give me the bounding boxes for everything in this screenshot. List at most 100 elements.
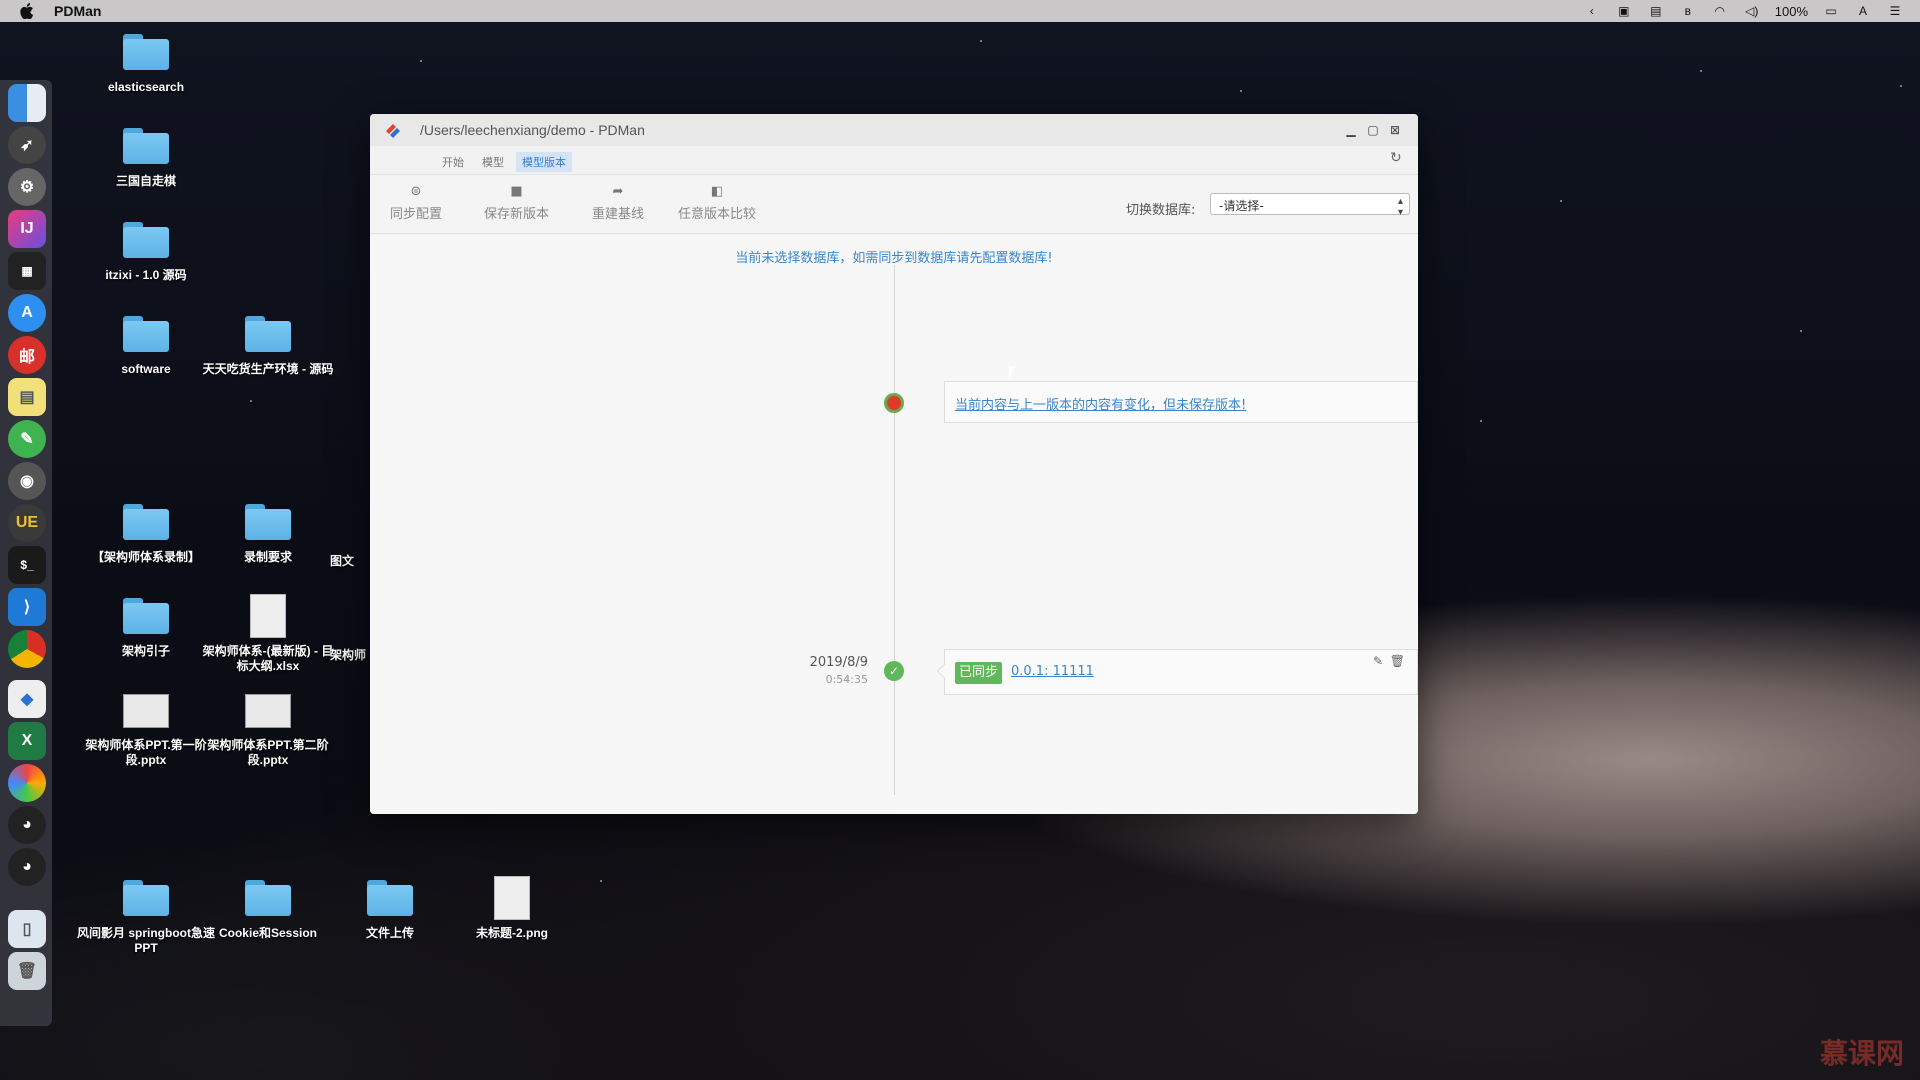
vscode-icon[interactable]: ⟩ — [8, 588, 46, 626]
edit-icon[interactable]: ✎ — [1373, 654, 1383, 668]
notification-center-icon[interactable]: ☰ — [1886, 4, 1904, 18]
desktop-folder-upload[interactable]: 文件上传 — [320, 880, 460, 941]
timeline-line — [894, 265, 895, 795]
desktop-file-architect-partial[interactable]: 架构师 — [330, 594, 370, 663]
select-arrows-icon: ▴ ▾ — [1397, 196, 1403, 218]
desktop-folder-elasticsearch[interactable]: elasticsearch — [76, 34, 216, 95]
minimize-icon[interactable]: ▁ — [1344, 123, 1358, 137]
refresh-icon[interactable]: ↻ — [1390, 150, 1406, 166]
share-icon: ➦ — [612, 184, 624, 199]
maximize-icon[interactable]: ▢ — [1366, 123, 1380, 137]
color-app-icon[interactable] — [8, 764, 46, 802]
mail-app-icon[interactable]: 邮 — [8, 336, 46, 374]
desktop-file-png[interactable]: 未标题-2.png — [442, 876, 582, 941]
rebuild-baseline-button[interactable]: ➦ 重建基线 — [592, 184, 644, 223]
version-link[interactable]: 0.0.1: 11111 — [1011, 664, 1094, 679]
stickies-icon[interactable]: ▤ — [8, 378, 46, 416]
folder-icon — [245, 504, 291, 540]
status-area: ‹ ▣ ▤ ʙ ◠ ◁) 100% ▭ A ☰ — [1583, 0, 1904, 22]
desktop-icon-label: 风间影月 springboot急速PPT — [77, 926, 215, 955]
bluetooth-icon[interactable]: ʙ — [1679, 4, 1697, 18]
unsaved-changes-card: 当前内容与上一版本的内容有变化，但未保存版本! — [944, 381, 1418, 423]
volume-icon[interactable]: ◁) — [1743, 4, 1761, 18]
apple-icon[interactable] — [20, 3, 34, 19]
trash-icon[interactable]: 🗑 — [8, 952, 46, 990]
folder-icon — [245, 880, 291, 916]
calendar-icon[interactable]: ▤ — [1647, 4, 1665, 18]
desktop-folder-tuwen[interactable]: 图文 — [330, 504, 370, 569]
battery-icon[interactable]: ▭ — [1822, 4, 1840, 18]
terminal-icon[interactable]: $_ — [8, 546, 46, 584]
window-title: /Users/leechenxiang/demo - PDMan — [420, 122, 645, 138]
desktop-folder-itzixi[interactable]: itzixi - 1.0 源码 — [76, 222, 216, 283]
folder-icon — [123, 598, 169, 634]
qq-icon-2[interactable]: ◕ — [8, 848, 46, 886]
desktop-folder-recording[interactable]: 录制要求 — [198, 504, 338, 565]
version-date: 2019/8/9 — [809, 655, 868, 670]
version-time: 0:54:35 — [825, 673, 868, 686]
desktop-icon-label: 架构师 — [330, 648, 367, 662]
desktop-icon-label: 架构引子 — [121, 644, 170, 658]
compare-versions-button[interactable]: ◧ 任意版本比较 — [678, 185, 757, 223]
desktop-file-xlsx[interactable]: 架构师体系-(最新版) - 目标大纲.xlsx — [198, 594, 338, 674]
ultraedit-icon[interactable]: UE — [8, 504, 46, 542]
check-icon: ✓ — [884, 661, 904, 681]
wifi-icon[interactable]: ◠ — [1711, 4, 1729, 18]
dvd-player-icon[interactable]: ◉ — [8, 462, 46, 500]
evernote-icon[interactable]: ✎ — [8, 420, 46, 458]
main-tabs: 开始 模型 模型版本 — [436, 152, 572, 172]
unsaved-dot-icon — [884, 393, 904, 413]
desktop-icon-label: 文件上传 — [365, 926, 414, 940]
save-version-button[interactable]: ■ 保存新版本 — [484, 185, 549, 223]
tab-model[interactable]: 模型 — [476, 152, 510, 172]
desktop-folder-cookie[interactable]: Cookie和Session — [198, 880, 338, 941]
desktop-folder-springboot[interactable]: 风间影月 springboot急速PPT — [76, 880, 216, 956]
close-icon[interactable]: ⊠ — [1388, 123, 1402, 137]
desktop-icon-label: 【架构师体系录制】 — [91, 550, 200, 564]
activity-monitor-icon[interactable]: ▦ — [8, 252, 46, 290]
desktop-file-ppt-2[interactable]: 架构师体系PPT.第二阶段.pptx — [198, 694, 338, 768]
excel-icon[interactable]: X — [8, 722, 46, 760]
tab-model-version[interactable]: 模型版本 — [516, 152, 572, 172]
desktop-folder-software[interactable]: software — [76, 316, 216, 377]
qq-icon[interactable]: ◕ — [8, 806, 46, 844]
desktop-file-ppt-1[interactable]: 架构师体系PPT.第一阶段.pptx — [76, 694, 216, 768]
desktop-folder-tiantian[interactable]: 天天吃货生产环境 - 源码 — [198, 316, 338, 377]
window-titlebar[interactable]: /Users/leechenxiang/demo - PDMan ▁ ▢ ⊠ — [370, 114, 1418, 146]
app-menu-name[interactable]: PDMan — [54, 3, 101, 19]
version-card: 已同步 0.0.1: 11111 ✎ 🗑 — [936, 649, 1418, 695]
desktop-icon-label: software — [121, 362, 171, 376]
desktop-icon-label: 三国自走棋 — [115, 174, 176, 188]
desktop-folder-architect[interactable]: 【架构师体系录制】 — [76, 504, 216, 565]
tab-start[interactable]: 开始 — [436, 152, 470, 172]
folder-icon — [123, 316, 169, 352]
synced-badge: 已同步 — [955, 662, 1003, 684]
finder-icon[interactable] — [8, 84, 46, 122]
screen-record-icon[interactable]: ▣ — [1615, 4, 1633, 18]
desktop-folder-intro[interactable]: 架构引子 — [76, 598, 216, 659]
intellij-icon[interactable]: IJ — [8, 210, 46, 248]
chevron-left-icon[interactable]: ‹ — [1583, 4, 1601, 18]
desktop-folder-sanguo[interactable]: 三国自走棋 — [76, 128, 216, 189]
desktop-icon-label: 架构师体系PPT.第一阶段.pptx — [85, 738, 207, 767]
desktop-icon-label: 录制要求 — [243, 550, 292, 564]
system-preferences-icon[interactable]: ⚙ — [8, 168, 46, 206]
pdman-logo-icon — [386, 124, 400, 138]
folder-icon — [123, 880, 169, 916]
pdman-dock-icon[interactable]: ◆ — [8, 680, 46, 718]
compare-versions-label: 任意版本比较 — [678, 207, 757, 222]
dock: ➶ ⚙ IJ ▦ A 邮 ▤ ✎ ◉ UE $_ ⟩ ◆ X ◕ ◕ ▯ 🗑 — [0, 80, 52, 1026]
folder-icon — [123, 504, 169, 540]
toolbar: ⊜ 同步配置 ■ 保存新版本 ➦ 重建基线 ◧ 任意版本比较 切换数据库: -请… — [370, 174, 1418, 234]
documents-folder-icon[interactable]: ▯ — [8, 910, 46, 948]
app-store-icon[interactable]: A — [8, 294, 46, 332]
launchpad-icon[interactable]: ➶ — [8, 126, 46, 164]
sync-config-button[interactable]: ⊜ 同步配置 — [390, 185, 442, 223]
chrome-icon[interactable] — [8, 630, 46, 668]
db-select[interactable]: -请选择- ▴ ▾ — [1210, 193, 1410, 218]
battery-percent: 100% — [1774, 3, 1808, 19]
unsaved-changes-link[interactable]: 当前内容与上一版本的内容有变化，但未保存版本! — [955, 394, 1246, 413]
delete-icon[interactable]: 🗑 — [1390, 654, 1405, 668]
folder-icon — [123, 128, 169, 164]
input-method-icon[interactable]: A — [1854, 4, 1872, 18]
